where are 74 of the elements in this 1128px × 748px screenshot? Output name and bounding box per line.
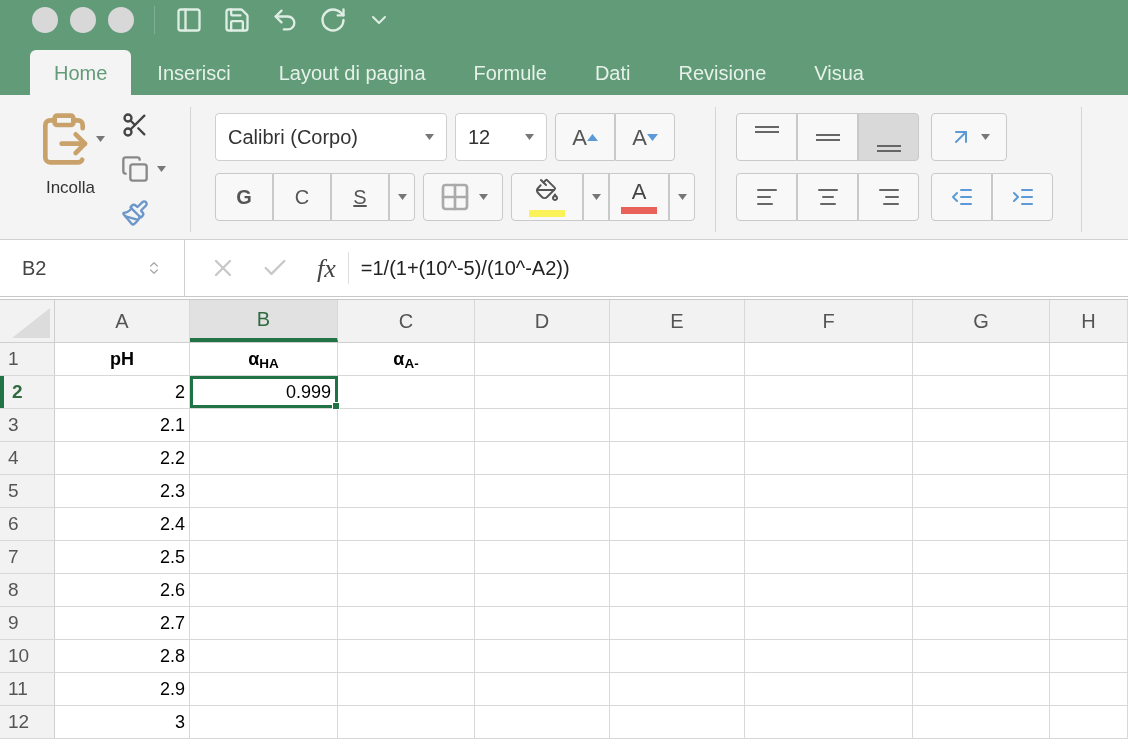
font-style-button[interactable]: C (273, 173, 331, 221)
row-header[interactable]: 1 (0, 343, 55, 375)
up-triangle-icon (586, 133, 598, 141)
row-header[interactable]: 8 (0, 574, 55, 606)
name-box[interactable]: B2 (0, 240, 185, 296)
save-icon[interactable] (223, 6, 251, 34)
caret-icon (525, 134, 534, 140)
shrink-font-button[interactable]: A (615, 113, 675, 161)
grow-font-button[interactable]: A (555, 113, 615, 161)
caret-icon (677, 194, 687, 200)
formula-text[interactable]: =1/(1+(10^-5)/(10^-A2)) (360, 253, 570, 283)
column-header[interactable]: H (1050, 300, 1128, 342)
table-cell[interactable]: 2.3 (55, 475, 190, 507)
column-header[interactable]: G (913, 300, 1050, 342)
table-cell[interactable]: 3 (55, 706, 190, 738)
down-triangle-icon (646, 133, 658, 141)
table-cell[interactable]: 2 (55, 376, 190, 408)
table-cell[interactable]: 2.8 (55, 640, 190, 672)
row-header[interactable]: 2 (0, 376, 55, 408)
table-cell[interactable]: α$_{HA}$ (190, 343, 338, 375)
table-cell[interactable]: 2.9 (55, 673, 190, 705)
table-cell[interactable]: 2.5 (55, 541, 190, 573)
row-header[interactable]: 9 (0, 607, 55, 639)
column-header[interactable]: C (338, 300, 475, 342)
sidebar-icon[interactable] (175, 6, 203, 34)
window-control-icon[interactable] (108, 7, 134, 33)
align-lines-icon (815, 133, 840, 141)
caret-icon (980, 134, 990, 140)
table-cell[interactable]: 2.7 (55, 607, 190, 639)
row-header[interactable]: 5 (0, 475, 55, 507)
row-header[interactable]: 10 (0, 640, 55, 672)
paste-label[interactable]: Incolla (45, 175, 96, 201)
caret-icon (591, 194, 601, 200)
row-header[interactable]: 11 (0, 673, 55, 705)
row-header[interactable]: 3 (0, 409, 55, 441)
caret-icon (397, 194, 407, 200)
font-size-field[interactable]: 12 (455, 113, 547, 161)
align-lines-icon (754, 126, 779, 133)
font-style-button[interactable]: G (215, 173, 273, 221)
copy-icon[interactable] (121, 155, 149, 183)
font-style-button[interactable]: S (331, 173, 389, 221)
column-header[interactable]: E (610, 300, 745, 342)
font-name-field[interactable]: Calibri (Corpo) (215, 113, 447, 161)
vertical-align-button[interactable] (797, 113, 858, 161)
function-icon[interactable]: fx (317, 248, 336, 288)
column-header[interactable]: B (190, 300, 338, 342)
table-cell[interactable]: 2.2 (55, 442, 190, 474)
table-cell[interactable]: α$_{A-}$ (338, 343, 475, 375)
fill-color-swatch (529, 209, 565, 217)
align-lines-icon (876, 145, 901, 152)
window-control-icon[interactable] (32, 7, 58, 33)
paintbrush-icon[interactable] (121, 199, 149, 227)
row-header[interactable]: 12 (0, 706, 55, 738)
table-cell[interactable]: 2.4 (55, 508, 190, 540)
table-cell[interactable]: 2.6 (55, 574, 190, 606)
row-header[interactable]: 4 (0, 442, 55, 474)
vertical-align-button[interactable] (736, 113, 797, 161)
column-header[interactable]: D (475, 300, 610, 342)
table-cell[interactable]: 0.999 (190, 376, 338, 408)
redo-icon[interactable] (319, 6, 347, 34)
table-cell[interactable]: 2.1 (55, 409, 190, 441)
caret-icon (96, 136, 105, 142)
fill-handle[interactable] (332, 402, 340, 410)
caret-icon (425, 134, 434, 140)
caret-icon (478, 194, 488, 200)
row-header[interactable]: 7 (0, 541, 55, 573)
fill-color-icon[interactable] (535, 177, 559, 202)
vertical-align-button[interactable] (858, 113, 919, 161)
window-control-icon[interactable] (70, 7, 96, 33)
font-color-button[interactable]: A (609, 173, 669, 221)
table-cell[interactable]: pH (55, 343, 190, 375)
row-header[interactable]: 6 (0, 508, 55, 540)
caret-icon (157, 166, 166, 172)
column-header[interactable]: F (745, 300, 913, 342)
